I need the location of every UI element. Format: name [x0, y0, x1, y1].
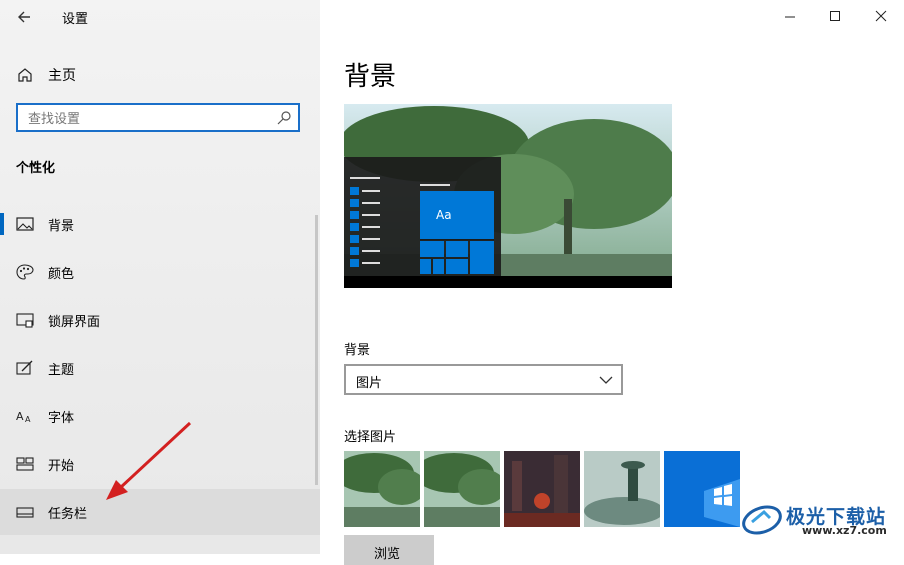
- background-type-value: 图片: [356, 376, 383, 391]
- watermark-logo: 极光下载站 www.xz7.com: [740, 498, 900, 538]
- page-title: 背景: [344, 62, 397, 92]
- main-pane: 背景 Aa 背景 图片 选择图片 浏览: [320, 0, 904, 565]
- preview-sample-text: Aa: [436, 208, 452, 222]
- start-menu-preview: [344, 157, 501, 276]
- chevron-down-icon: [599, 376, 613, 384]
- background-preview: Aa: [344, 104, 672, 288]
- picture-thumbnail[interactable]: [504, 451, 580, 527]
- picture-thumbnail[interactable]: [344, 451, 420, 527]
- thumbnail-image: [424, 451, 500, 527]
- close-icon: [875, 10, 887, 22]
- picture-thumbnail[interactable]: [424, 451, 500, 527]
- watermark-url: www.xz7.com: [802, 524, 887, 537]
- picture-thumbnail[interactable]: [664, 451, 740, 527]
- thumbnail-image: [584, 451, 660, 527]
- background-label: 背景: [344, 343, 371, 358]
- close-button[interactable]: [866, 6, 896, 28]
- picture-thumbnail[interactable]: [584, 451, 660, 527]
- minimize-icon: [785, 16, 795, 18]
- choose-picture-label: 选择图片: [344, 430, 397, 445]
- thumbnail-image: [664, 451, 740, 527]
- annotation-arrow: [106, 421, 192, 500]
- browse-label: 浏览: [374, 547, 401, 562]
- thumbnail-image: [504, 451, 580, 527]
- thumbnail-image: [344, 451, 420, 527]
- minimize-button[interactable]: [775, 6, 805, 28]
- maximize-button[interactable]: [820, 6, 850, 28]
- watermark-icon: [742, 505, 782, 535]
- browse-button[interactable]: 浏览: [344, 535, 434, 565]
- maximize-icon: [830, 11, 840, 21]
- background-type-select[interactable]: 图片: [344, 364, 623, 395]
